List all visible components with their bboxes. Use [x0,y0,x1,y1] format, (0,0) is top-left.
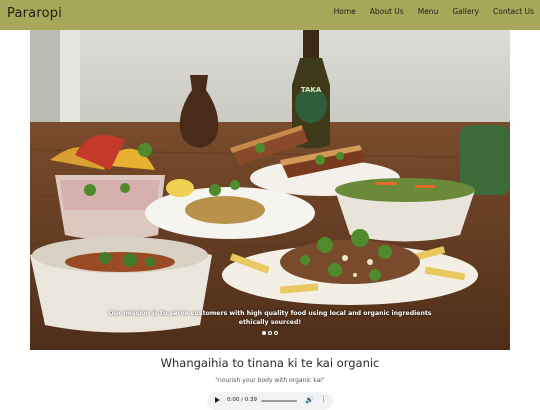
audio-player[interactable]: 0:00 / 0:39 🔊 ⋮ [207,392,333,410]
audio-progress-bar[interactable] [261,400,297,402]
hero-carousel[interactable]: TAKA Our mission is to serve customers w… [30,30,510,350]
more-options-icon[interactable]: ⋮ [320,395,327,403]
play-icon[interactable] [215,397,220,403]
volume-icon[interactable]: 🔊 [305,396,314,404]
caption-line-2: ethically sourced! [238,319,302,326]
carousel-indicator-3[interactable] [274,331,278,335]
nav-links: Home About Us Menu Gallery Contact Us [320,7,534,16]
brand-logo[interactable]: Pararopi [7,6,62,21]
navbar: Pararopi Home About Us Menu Gallery Cont… [0,0,540,30]
carousel-indicators [30,331,510,335]
nav-contact-us[interactable]: Contact Us [493,7,534,16]
hero-caption: Our mission is to serve customers with h… [30,309,510,327]
carousel-indicator-2[interactable] [268,331,272,335]
nav-about-us[interactable]: About Us [370,7,404,16]
bottle-label: TAKA [301,86,322,94]
caption-line-1: Our mission is to serve customers with h… [108,310,432,317]
nav-menu[interactable]: Menu [418,7,439,16]
page-headline: Whangaihia to tinana ki te kai organic [160,356,380,370]
nav-gallery[interactable]: Gallery [452,7,479,16]
audio-time: 0:00 / 0:39 [227,397,258,403]
hero-food-photo: TAKA [30,30,510,350]
carousel-indicator-1[interactable] [262,331,266,335]
page-subline: "nourish your body with organic kai" [215,377,325,384]
nav-home[interactable]: Home [334,7,356,16]
